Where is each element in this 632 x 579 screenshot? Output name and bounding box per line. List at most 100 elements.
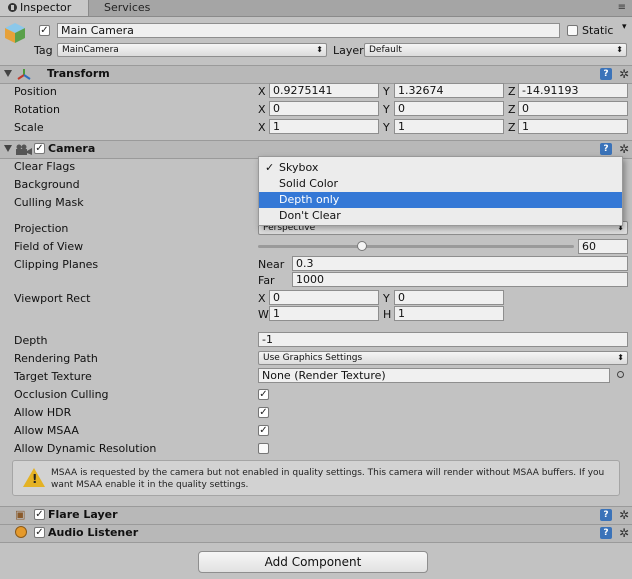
transform-title: Transform [47, 67, 110, 80]
allow-dynamic-resolution-checkbox[interactable] [258, 443, 269, 454]
foldout-arrow-icon[interactable] [4, 145, 12, 152]
menu-item-depth-only[interactable]: Depth only [259, 192, 622, 208]
clear-flags-dropdown-menu: ✓ Skybox Solid Color Depth only Don't Cle… [258, 156, 623, 226]
tab-bar: Inspector Services ≡ [0, 0, 632, 17]
info-icon [8, 3, 17, 12]
allow-dynamic-resolution-label: Allow Dynamic Resolution [14, 442, 157, 455]
tab-inspector[interactable]: Inspector [0, 0, 89, 16]
fov-slider-knob[interactable] [357, 241, 368, 251]
fov-slider-track[interactable] [258, 245, 574, 248]
viewport-x-field[interactable]: 0 [269, 290, 379, 305]
help-icon[interactable]: ? [600, 509, 612, 521]
static-dropdown-icon[interactable]: ▾ [622, 22, 627, 32]
rendering-path-value: Use Graphics Settings [263, 353, 363, 363]
flare-layer-checkbox[interactable]: ✓ [34, 509, 45, 520]
help-icon[interactable]: ? [600, 143, 612, 155]
position-y-value: 1.32674 [398, 84, 444, 97]
scale-z-value: 1 [522, 120, 529, 133]
scale-z-field[interactable]: 1 [518, 119, 628, 134]
axis-h-label: H [383, 308, 392, 321]
far-label: Far [258, 274, 275, 287]
background-label: Background [14, 178, 80, 191]
axis-y-label: Y [383, 103, 390, 116]
scale-label: Scale [14, 121, 44, 134]
viewport-rect-label: Viewport Rect [14, 292, 91, 305]
axis-x-label: X [258, 85, 266, 98]
rotation-z-field[interactable]: 0 [518, 101, 628, 116]
viewport-h-field[interactable]: 1 [394, 306, 504, 321]
panel-menu-icon[interactable]: ≡ [618, 2, 626, 13]
tab-inspector-label: Inspector [20, 1, 72, 14]
menu-item-solid-color[interactable]: Solid Color [259, 176, 622, 192]
projection-label: Projection [14, 222, 69, 235]
help-icon[interactable]: ? [600, 527, 612, 539]
add-component-button[interactable]: Add Component [198, 551, 428, 573]
viewport-x-value: 0 [273, 291, 280, 304]
tab-services-label: Services [104, 1, 151, 14]
layer-dropdown[interactable]: Default ⬍ [364, 43, 627, 57]
transform-axes-icon [17, 69, 31, 80]
target-texture-label: Target Texture [14, 370, 92, 383]
menu-item-skybox[interactable]: ✓ Skybox [259, 160, 622, 176]
transform-header[interactable]: Transform ? ✲ [0, 65, 632, 84]
foldout-arrow-icon[interactable] [4, 70, 12, 77]
audio-listener-header[interactable]: ✓ Audio Listener ? ✲ [0, 524, 632, 543]
fov-field[interactable]: 60 [578, 239, 628, 254]
viewport-w-field[interactable]: 1 [269, 306, 379, 321]
scale-x-value: 1 [273, 120, 280, 133]
menu-item-dont-clear[interactable]: Don't Clear [259, 208, 622, 224]
rotation-y-field[interactable]: 0 [394, 101, 504, 116]
layer-value: Default [369, 45, 402, 55]
flare-layer-title: Flare Layer [48, 508, 118, 521]
static-label: Static [582, 24, 614, 37]
viewport-y-field[interactable]: 0 [394, 290, 504, 305]
position-x-value: 0.9275141 [273, 84, 333, 97]
near-label: Near [258, 258, 285, 271]
axis-x-label: X [258, 292, 266, 305]
tag-dropdown[interactable]: MainCamera ⬍ [57, 43, 327, 57]
gear-icon[interactable]: ✲ [619, 509, 629, 521]
position-x-field[interactable]: 0.9275141 [269, 83, 379, 98]
scale-y-value: 1 [398, 120, 405, 133]
position-y-field[interactable]: 1.32674 [394, 83, 504, 98]
occlusion-culling-checkbox[interactable]: ✓ [258, 389, 269, 400]
axis-y-label: Y [383, 85, 390, 98]
rendering-path-dropdown[interactable]: Use Graphics Settings ⬍ [258, 351, 628, 365]
viewport-w-value: 1 [273, 307, 280, 320]
allow-msaa-label: Allow MSAA [14, 424, 79, 437]
allow-hdr-label: Allow HDR [14, 406, 72, 419]
flare-layer-header[interactable]: ▣ ✓ Flare Layer ? ✲ [0, 506, 632, 525]
position-label: Position [14, 85, 57, 98]
axis-z-label: Z [508, 85, 516, 98]
audio-listener-checkbox[interactable]: ✓ [34, 527, 45, 538]
camera-enabled-checkbox[interactable]: ✓ [34, 143, 45, 154]
depth-field[interactable]: -1 [258, 332, 628, 347]
near-field[interactable]: 0.3 [292, 256, 628, 271]
axis-z-label: Z [508, 121, 516, 134]
help-icon[interactable]: ? [600, 68, 612, 80]
active-checkbox[interactable]: ✓ [39, 25, 50, 36]
clear-flags-label: Clear Flags [14, 160, 76, 173]
far-field[interactable]: 1000 [292, 272, 628, 287]
msaa-warning-box: MSAA is requested by the camera but not … [12, 460, 620, 496]
allow-msaa-checkbox[interactable]: ✓ [258, 425, 269, 436]
scale-x-field[interactable]: 1 [269, 119, 379, 134]
axis-x-label: X [258, 103, 266, 116]
rotation-z-value: 0 [522, 102, 529, 115]
tab-services[interactable]: Services [96, 0, 158, 16]
object-picker-icon[interactable] [617, 371, 624, 378]
depth-value: -1 [262, 333, 273, 346]
gear-icon[interactable]: ✲ [619, 68, 629, 80]
object-name-field[interactable]: Main Camera [57, 23, 560, 38]
static-checkbox[interactable] [567, 25, 578, 36]
chevron-updown-icon: ⬍ [616, 45, 623, 54]
target-texture-field[interactable]: None (Render Texture) [258, 368, 610, 383]
fov-value: 60 [582, 240, 596, 253]
gear-icon[interactable]: ✲ [619, 143, 629, 155]
rotation-x-field[interactable]: 0 [269, 101, 379, 116]
scale-y-field[interactable]: 1 [394, 119, 504, 134]
gear-icon[interactable]: ✲ [619, 527, 629, 539]
allow-hdr-checkbox[interactable]: ✓ [258, 407, 269, 418]
position-z-field[interactable]: -14.91193 [518, 83, 628, 98]
axis-y-label: Y [383, 121, 390, 134]
